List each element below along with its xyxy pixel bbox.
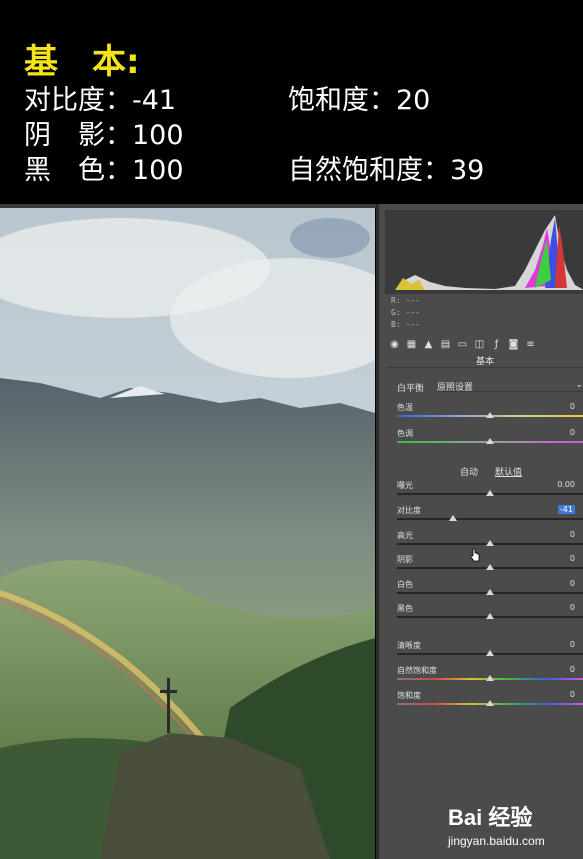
slider-value-field[interactable]: 0: [570, 554, 575, 563]
slider-value-field[interactable]: 0: [570, 402, 575, 411]
slider-2: 曝光 0.00: [397, 480, 583, 504]
slider-thumb[interactable]: [486, 438, 494, 444]
slider-4: 高光 0: [397, 530, 583, 554]
caption-overlay: 基 本: 对比度：-41 饱和度：20 阴 影：100 黑 色：100 自然饱和…: [0, 0, 583, 200]
slider-value-field[interactable]: 0: [570, 603, 575, 612]
slider-thumb[interactable]: [486, 589, 494, 595]
slider-label: 阴影: [397, 555, 413, 564]
slider-thumb[interactable]: [486, 412, 494, 418]
auto-link[interactable]: 自动: [460, 465, 478, 478]
caption-vibrance: 自然饱和度：39: [288, 155, 485, 186]
slider-thumb[interactable]: [486, 490, 494, 496]
fx-icon[interactable]: ƒ: [491, 339, 502, 350]
caption-saturation: 饱和度：20: [288, 85, 431, 116]
caption-shadows: 阴 影：100: [24, 120, 184, 151]
photo-preview[interactable]: [0, 208, 375, 859]
slider-thumb[interactable]: [486, 613, 494, 619]
camera-calibration-icon[interactable]: ◙: [508, 339, 519, 350]
lens-icon[interactable]: ◫: [474, 339, 485, 350]
slider-value-field[interactable]: -41: [557, 505, 575, 514]
slider-label: 高光: [397, 531, 413, 540]
white-balance-label: 白平衡: [397, 384, 425, 394]
detail-icon[interactable]: ▲: [423, 339, 434, 350]
slider-value-field[interactable]: 0: [570, 428, 575, 437]
slider-thumb[interactable]: [486, 700, 494, 706]
slider-label: 饱和度: [397, 691, 421, 700]
slider-7: 黑色 0: [397, 603, 583, 627]
caption-contrast: 对比度：-41: [24, 85, 177, 116]
watermark-url: jingyan.baidu.com: [448, 834, 545, 848]
slider-thumb[interactable]: [486, 540, 494, 546]
slider-10: 饱和度 0: [397, 690, 583, 714]
slider-label: 黑色: [397, 604, 413, 613]
slider-thumb[interactable]: [448, 515, 457, 521]
slider-label: 自然饱和度: [397, 666, 437, 675]
chevron-down-icon: ⌄: [575, 380, 583, 390]
slider-label: 对比度: [397, 506, 421, 515]
slider-0: 色温 0: [397, 402, 583, 426]
default-link[interactable]: 默认值: [495, 465, 522, 478]
slider-label: 曝光: [397, 481, 413, 490]
hsl-icon[interactable]: ▤: [440, 339, 451, 350]
panel-tab-toolbar: ◉ ▦ ▲ ▤ ▭ ◫ ƒ ◙ ≡: [385, 336, 583, 352]
slider-9: 自然饱和度 0: [397, 665, 583, 689]
slider-value-field[interactable]: 0: [570, 530, 575, 539]
readout-b: B: ---: [391, 320, 420, 329]
hand-cursor-icon: [470, 548, 480, 562]
slider-label: 白色: [397, 580, 413, 589]
slider-thumb[interactable]: [486, 650, 494, 656]
watermark-logo: Bai 经验: [448, 805, 533, 830]
slider-5: 阴影 0: [397, 554, 583, 578]
readout-g: G: ---: [391, 308, 420, 317]
slider-6: 白色 0: [397, 579, 583, 603]
white-balance-row: 白平衡 原照设置 ⌄: [397, 380, 583, 394]
slider-value-field[interactable]: 0: [570, 690, 575, 699]
slider-8: 清晰度 0: [397, 640, 583, 664]
histogram: [385, 210, 583, 294]
slider-thumb[interactable]: [486, 564, 494, 570]
slider-value-field[interactable]: 0: [570, 579, 575, 588]
slider-thumb[interactable]: [486, 675, 494, 681]
slider-label: 色调: [397, 429, 413, 438]
white-balance-select[interactable]: 原照设置 ⌄: [437, 380, 583, 393]
presets-icon[interactable]: ≡: [525, 339, 536, 350]
slider-value-field[interactable]: 0: [570, 640, 575, 649]
slider-value-field[interactable]: 0: [570, 665, 575, 674]
white-balance-value: 原照设置: [437, 383, 474, 393]
caption-blacks: 黑 色：100: [24, 155, 184, 186]
slider-label: 清晰度: [397, 641, 421, 650]
watermark: Bai 经验 jingyan.baidu.com: [448, 800, 580, 855]
readout-r: R: ---: [391, 296, 420, 305]
landscape-photo: [0, 208, 375, 859]
section-title: 基本: [387, 354, 583, 368]
slider-label: 色温: [397, 403, 413, 412]
basic-icon[interactable]: ◉: [389, 339, 400, 350]
tone-curve-icon[interactable]: ▦: [406, 339, 417, 350]
split-toning-icon[interactable]: ▭: [457, 339, 468, 350]
slider-value-field[interactable]: 0.00: [557, 480, 575, 489]
slider-3: 对比度 -41: [397, 505, 583, 529]
caption-title: 基 本:: [24, 42, 140, 82]
slider-track[interactable]: [397, 518, 583, 520]
slider-1: 色调 0: [397, 428, 583, 452]
develop-panel: R: --- G: --- B: --- ◉ ▦ ▲ ▤ ▭ ◫ ƒ ◙ ≡ 基…: [376, 204, 583, 859]
